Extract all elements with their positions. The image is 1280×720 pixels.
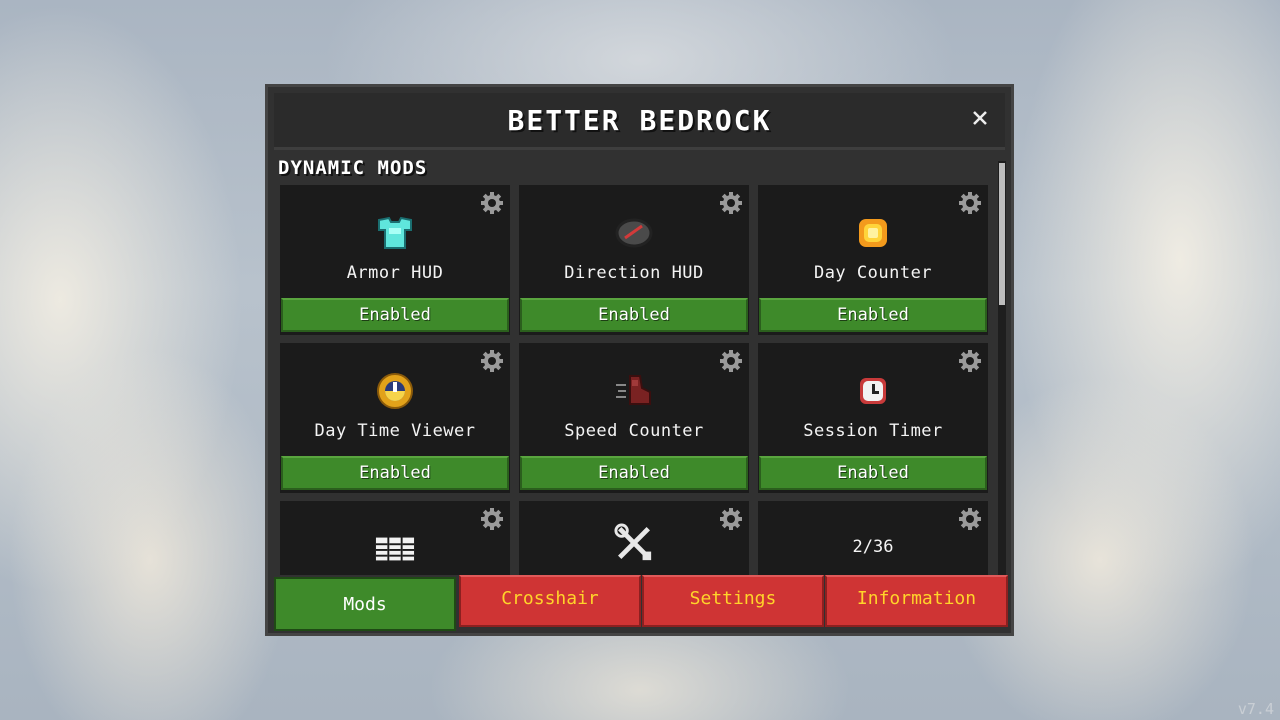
tab-settings[interactable]: Settings — [642, 575, 824, 627]
diamond-chestplate-icon — [375, 213, 415, 253]
mod-name: Session Timer — [803, 421, 943, 441]
mod-card-keystrokes — [280, 501, 510, 575]
gear-icon[interactable] — [480, 191, 504, 215]
gear-icon[interactable] — [719, 349, 743, 373]
mod-toggle-button[interactable]: Enabled — [520, 456, 748, 490]
gear-icon[interactable] — [958, 191, 982, 215]
mod-toggle-button[interactable]: Enabled — [281, 456, 509, 490]
keystrokes-icon — [375, 529, 415, 569]
section-title: DYNAMIC MODS — [278, 157, 428, 179]
mod-card-page-counter: 2/36 — [758, 501, 988, 575]
speed-boot-icon — [614, 371, 654, 411]
mod-name: Direction HUD — [564, 263, 704, 283]
mod-toggle-button[interactable]: Enabled — [759, 456, 987, 490]
mod-card-session-timer: Session Timer Enabled — [758, 343, 988, 493]
gear-icon[interactable] — [480, 507, 504, 531]
mod-card-day-time-viewer: Day Time Viewer Enabled — [280, 343, 510, 493]
compass-icon — [614, 213, 654, 253]
mod-name: Speed Counter — [564, 421, 704, 441]
menu-title: BETTER BEDROCK — [507, 103, 772, 137]
tab-information[interactable]: Information — [825, 575, 1008, 627]
scrollbar[interactable] — [998, 161, 1006, 575]
scrollbar-thumb[interactable] — [999, 163, 1005, 305]
mod-card-day-counter: Day Counter Enabled — [758, 185, 988, 335]
gear-icon[interactable] — [958, 507, 982, 531]
mod-name: Day Time Viewer — [314, 421, 476, 441]
sun-icon — [853, 213, 893, 253]
mod-toggle-button[interactable]: Enabled — [281, 298, 509, 332]
mod-name: Armor HUD — [346, 263, 444, 283]
page-count: 2/36 — [852, 537, 894, 557]
mods-grid: Armor HUD Enabled Direction HUD Enabled … — [280, 185, 990, 575]
gear-icon[interactable] — [719, 191, 743, 215]
version-label: v7.4 — [1237, 700, 1274, 718]
close-icon[interactable] — [969, 107, 991, 129]
clock-icon — [375, 371, 415, 411]
gear-icon[interactable] — [719, 507, 743, 531]
gear-icon[interactable] — [480, 349, 504, 373]
title-bar: BETTER BEDROCK — [274, 93, 1005, 150]
mod-card-direction-hud: Direction HUD Enabled — [519, 185, 749, 335]
tab-mods[interactable]: Mods — [274, 577, 456, 631]
mod-toggle-button[interactable]: Enabled — [520, 298, 748, 332]
gear-icon[interactable] — [958, 349, 982, 373]
mod-card-armor-hud: Armor HUD Enabled — [280, 185, 510, 335]
mod-card-tools — [519, 501, 749, 575]
stopwatch-icon — [853, 371, 893, 411]
mod-card-speed-counter: Speed Counter Enabled — [519, 343, 749, 493]
tab-bar: Mods Crosshair Settings Information — [274, 575, 1011, 633]
mod-toggle-button[interactable]: Enabled — [759, 298, 987, 332]
tab-crosshair[interactable]: Crosshair — [459, 575, 641, 627]
mod-name: Day Counter — [813, 263, 933, 283]
tools-icon — [614, 523, 654, 563]
mod-menu-panel: BETTER BEDROCK DYNAMIC MODS Armor HUD En… — [265, 84, 1014, 636]
